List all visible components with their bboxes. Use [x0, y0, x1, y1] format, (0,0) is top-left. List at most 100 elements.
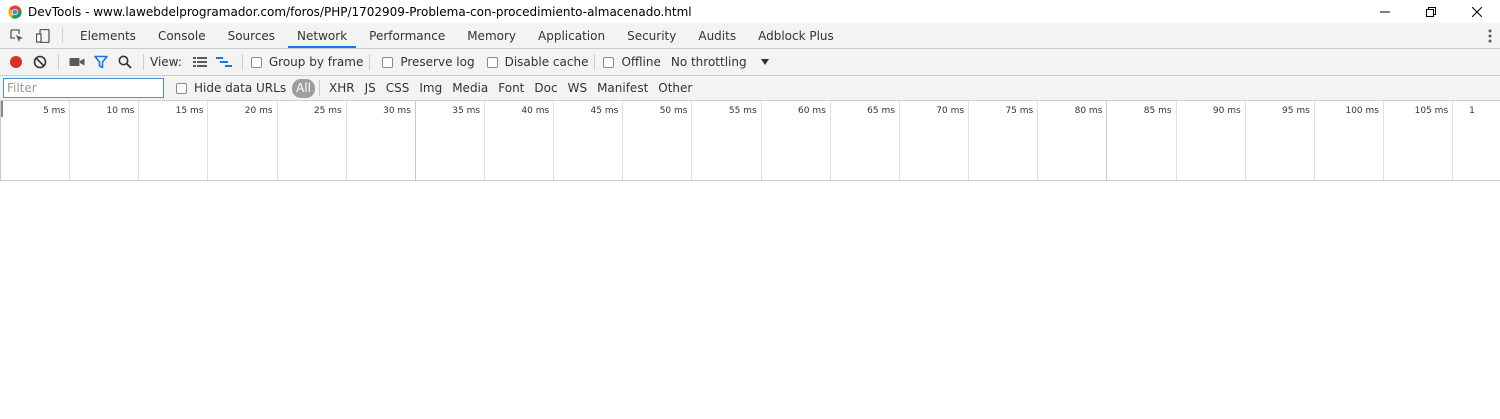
inspect-element-button[interactable]: [4, 23, 30, 48]
type-filter-doc[interactable]: Doc: [529, 79, 562, 98]
tab-label: Audits: [698, 28, 737, 43]
maximize-icon: [1426, 6, 1436, 17]
type-filter-css[interactable]: CSS: [381, 79, 415, 98]
chrome-icon: [8, 4, 22, 19]
timeline-tick-label: 70 ms: [936, 106, 965, 116]
type-filter-img[interactable]: Img: [414, 79, 447, 98]
view-label: View:: [150, 55, 182, 69]
type-filter-manifest[interactable]: Manifest: [592, 79, 653, 98]
timeline-tick-label: 100 ms: [1345, 106, 1379, 116]
timeline-gridline: 95 ms: [1246, 101, 1315, 180]
network-overview-timeline[interactable]: 5 ms 10 ms 15 ms 20 ms 25 ms 30 ms 35 ms 40 ms 4…: [0, 101, 1500, 181]
filter-input[interactable]: [3, 78, 164, 98]
toolbar-divider: [143, 54, 144, 70]
toolbar-divider: [241, 54, 243, 70]
filter-toggle-button[interactable]: [89, 50, 113, 74]
checkbox-box[interactable]: [382, 56, 394, 68]
window-titlebar: DevTools - www.lawebdelprogramador.com/f…: [0, 0, 1500, 23]
offline-checkbox[interactable]: Offline: [603, 55, 661, 69]
large-request-rows-button[interactable]: [188, 50, 212, 74]
group-by-frame-checkbox[interactable]: Group by frame: [250, 55, 363, 69]
type-filter-js[interactable]: JS: [360, 79, 381, 98]
timeline-gridline: 1: [1453, 101, 1500, 180]
timeline-gridline: 25 ms: [278, 101, 347, 180]
type-filter-ws[interactable]: WS: [563, 79, 592, 98]
tab-sources[interactable]: Sources: [217, 23, 286, 48]
window-title: DevTools - www.lawebdelprogramador.com/f…: [28, 4, 692, 19]
disable-cache-checkbox[interactable]: Disable cache: [486, 55, 588, 69]
inspect-icon: [10, 28, 23, 42]
tab-security[interactable]: Security: [616, 23, 687, 48]
tab-network[interactable]: Network: [286, 23, 358, 48]
tab-label: Network: [297, 28, 348, 43]
tab-audits[interactable]: Audits: [687, 23, 747, 48]
tab-application[interactable]: Application: [527, 23, 616, 48]
waterfall-icon: [215, 57, 232, 67]
hide-data-urls-label: Hide data URLs: [194, 81, 287, 95]
toolbar-divider: [318, 80, 320, 96]
throttling-select[interactable]: No throttling: [671, 55, 769, 69]
minimize-button[interactable]: [1362, 0, 1408, 23]
hide-data-urls-checkbox[interactable]: Hide data URLs: [176, 81, 286, 95]
tab-label: Performance: [369, 28, 446, 43]
tab-adblock-plus[interactable]: Adblock Plus: [747, 23, 845, 48]
record-button[interactable]: [4, 50, 28, 74]
checkbox-box[interactable]: [603, 56, 615, 68]
timeline-tick-label: 80 ms: [1074, 106, 1103, 116]
checkbox-box[interactable]: [486, 56, 498, 68]
preserve-log-checkbox[interactable]: Preserve log: [382, 55, 475, 69]
timeline-gridline: 100 ms: [1315, 101, 1384, 180]
tab-label: Sources: [227, 28, 276, 43]
record-icon: [10, 56, 22, 68]
waterfall-overview-button[interactable]: [212, 50, 236, 74]
tab-label: Adblock Plus: [758, 28, 834, 43]
tab-console[interactable]: Console: [147, 23, 217, 48]
screenshots-button[interactable]: [65, 50, 89, 74]
funnel-icon: [94, 55, 108, 69]
timeline-tick-label: 45 ms: [590, 106, 619, 116]
timeline-gridline: 35 ms: [416, 101, 486, 180]
close-icon: [1472, 6, 1482, 17]
timeline-gridline: 65 ms: [831, 101, 900, 180]
toolbar-divider: [369, 54, 371, 70]
search-button[interactable]: [113, 50, 137, 74]
tab-memory[interactable]: Memory: [456, 23, 527, 48]
timeline-tick-label: 20 ms: [244, 106, 273, 116]
tab-label: Elements: [80, 28, 136, 43]
devtools-tabbar: Elements Console Sources Network Perform…: [0, 23, 1500, 49]
type-filter-xhr[interactable]: XHR: [324, 79, 360, 98]
clear-button[interactable]: [28, 50, 52, 74]
customize-menu-button[interactable]: [1488, 23, 1492, 49]
timeline-tick-label: 1: [1469, 106, 1475, 116]
timeline-tick-label: 55 ms: [728, 106, 757, 116]
more-vertical-icon: [1488, 29, 1492, 43]
tab-label: Console: [157, 28, 206, 43]
timeline-tick-label: 50 ms: [659, 106, 688, 116]
type-filter-font[interactable]: Font: [493, 79, 529, 98]
dropdown-arrow-icon: [760, 59, 769, 65]
timeline-gridline: 10 ms: [70, 101, 140, 180]
type-filter-media[interactable]: Media: [447, 79, 493, 98]
timeline-gridline: 20 ms: [208, 101, 278, 180]
timeline-gridline: 60 ms: [762, 101, 831, 180]
tab-elements[interactable]: Elements: [69, 23, 147, 48]
tab-performance[interactable]: Performance: [358, 23, 456, 48]
checkbox-box[interactable]: [250, 56, 262, 68]
timeline-tick-label: 65 ms: [867, 106, 895, 116]
timeline-tick-label: 35 ms: [452, 106, 481, 116]
timeline-tick-label: 15 ms: [175, 106, 204, 116]
checkbox-box[interactable]: [176, 82, 187, 94]
timeline-gridline: 80 ms: [1038, 101, 1108, 180]
tab-label: Application: [538, 28, 606, 43]
timeline-gridline: 5 ms: [1, 101, 71, 180]
offline-label: Offline: [621, 55, 661, 69]
maximize-button[interactable]: [1408, 0, 1454, 23]
type-filter-all[interactable]: All: [292, 78, 315, 98]
device-icon: [36, 28, 50, 43]
type-filter-other[interactable]: Other: [653, 79, 697, 98]
toolbar-divider: [62, 28, 63, 43]
close-button[interactable]: [1454, 0, 1500, 23]
tab-label: Memory: [467, 28, 517, 43]
timeline-gridline: 90 ms: [1177, 101, 1246, 180]
device-toolbar-button[interactable]: [30, 23, 56, 48]
